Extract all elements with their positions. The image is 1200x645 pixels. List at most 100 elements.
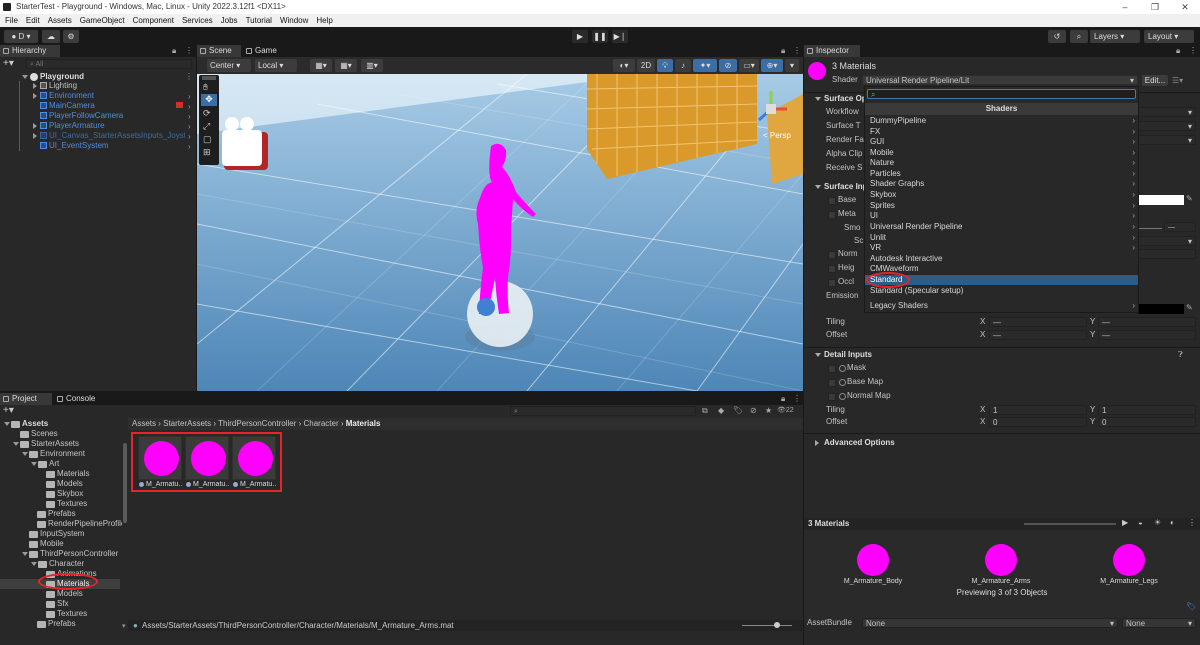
menu-edit[interactable]: Edit <box>26 14 40 27</box>
play-button[interactable]: ▶ <box>572 30 588 43</box>
rect-tool-icon[interactable]: ▢ <box>203 134 212 145</box>
move-tool-icon[interactable]: ✥ <box>201 94 217 106</box>
folder-scenes[interactable]: Scenes <box>31 429 58 439</box>
breadcrumb-starterassets[interactable]: StarterAssets <box>163 419 211 428</box>
inspector-settings-icon[interactable]: ☰▾ <box>1172 76 1183 85</box>
menu-help[interactable]: Help <box>316 14 332 27</box>
minimize-icon[interactable]: – <box>1110 0 1140 14</box>
folder-character-textures[interactable]: Textures <box>57 609 87 619</box>
panel-menu-icon[interactable]: ⋮ <box>793 394 801 403</box>
search-icon[interactable]: ⌕ <box>1070 30 1088 43</box>
shader-search-input[interactable]: ⌕ <box>867 89 1136 99</box>
hidden-objects-icon[interactable]: ⊘ <box>719 59 737 72</box>
section-surface-options[interactable]: Surface Op <box>814 93 867 105</box>
shader-item-particles[interactable]: Particles › <box>865 169 1138 179</box>
expand-arrow-icon[interactable]: › <box>188 132 191 141</box>
shader-item-legacy-shaders[interactable]: Legacy Shaders › <box>865 301 1138 311</box>
detail-offset-x-field[interactable]: 0 <box>989 417 1087 427</box>
camera-settings-icon[interactable]: ▭▾ <box>739 59 759 72</box>
toggle-2d-button[interactable]: 2D <box>637 59 655 72</box>
scene-menu-icon[interactable]: ⋮ <box>185 72 193 81</box>
shader-item-fx[interactable]: FX › <box>865 127 1138 137</box>
shader-item-autodesk-interactive[interactable]: Autodesk Interactive <box>865 254 1138 264</box>
hidden-packages-count[interactable]: 👁︎22 <box>777 406 794 414</box>
folder-sfx[interactable]: Sfx <box>57 599 69 609</box>
menu-component[interactable]: Component <box>133 14 174 27</box>
preview-menu-icon[interactable]: ⋮ <box>1188 518 1196 527</box>
normal-map-picker-icon[interactable] <box>839 393 846 400</box>
render-face-dropdown[interactable]: ▾ <box>1138 135 1196 145</box>
emission-color-swatch[interactable] <box>1138 304 1184 314</box>
search-by-label-icon[interactable]: ◆ <box>718 406 724 415</box>
eyedropper-icon[interactable]: ✎ <box>1186 194 1193 203</box>
lock-icon[interactable]: 🔒︎ <box>781 46 785 56</box>
hierarchy-item-environment[interactable]: Environment <box>49 91 94 101</box>
hierarchy-search-input[interactable]: ⌕ All <box>26 59 192 69</box>
section-surface-inputs[interactable]: Surface Inp <box>814 181 868 193</box>
base-color-swatch[interactable] <box>1138 195 1184 205</box>
normal-strength-field[interactable] <box>1138 249 1196 259</box>
tree-scrollbar[interactable] <box>123 443 127 523</box>
eyedropper-icon[interactable]: ✎ <box>1186 303 1193 312</box>
lock-icon[interactable]: 🔒︎ <box>1176 46 1180 56</box>
tab-project[interactable]: Project <box>0 393 52 405</box>
transform-tool-icon[interactable]: ⊞ <box>203 147 211 158</box>
asset-label-icon[interactable]: 🏷︎ <box>1186 602 1196 611</box>
surface-type-dropdown[interactable]: ▾ <box>1138 121 1196 131</box>
folder-starterassets[interactable]: StarterAssets <box>31 439 79 449</box>
tiling-y-field[interactable]: — <box>1098 317 1196 327</box>
section-advanced-options[interactable]: Advanced Options <box>814 437 895 449</box>
folder-thirdpersoncontroller[interactable]: ThirdPersonController <box>40 549 118 559</box>
menu-file[interactable]: File <box>5 14 18 27</box>
folder-mobile[interactable]: Mobile <box>40 539 64 549</box>
shader-item-skybox[interactable]: Skybox › <box>865 190 1138 200</box>
offset-y-field[interactable]: — <box>1098 330 1196 340</box>
label-icon[interactable]: 🏷︎ <box>733 406 743 415</box>
scene-viewport[interactable]: < Persp <box>197 74 803 391</box>
folder-tpc-prefabs[interactable]: Prefabs <box>48 619 76 629</box>
folder-skybox[interactable]: Skybox <box>57 489 83 499</box>
grid-snap-icon[interactable]: ▦▾ <box>310 59 332 72</box>
folder-art-textures[interactable]: Textures <box>57 499 87 509</box>
workflow-dropdown[interactable]: ▾ <box>1138 107 1196 117</box>
folder-character[interactable]: Character <box>49 559 84 569</box>
shader-item-unlit[interactable]: Unlit › <box>865 233 1138 243</box>
menu-services[interactable]: Services <box>182 14 213 27</box>
shader-item-ui[interactable]: UI › <box>865 211 1138 221</box>
section-detail-inputs[interactable]: Detail Inputs <box>814 349 872 361</box>
collab-icon[interactable]: ⚙ <box>63 30 79 43</box>
step-button[interactable]: ▶❘ <box>612 30 628 43</box>
tab-inspector[interactable]: Inspector <box>804 45 860 57</box>
hierarchy-item-ui-canvas[interactable]: UI_Canvas_StarterAssetsInputs_Joystic <box>49 131 185 141</box>
preview-play-icon[interactable]: ▶ <box>1122 518 1128 527</box>
folder-assets[interactable]: Assets <box>22 419 48 429</box>
panel-menu-icon[interactable]: ⋮ <box>185 46 193 55</box>
offset-x-field[interactable]: — <box>989 330 1087 340</box>
hierarchy-item-ui-eventsystem[interactable]: UI_EventSystem <box>49 141 109 151</box>
shader-item-nature[interactable]: Nature › <box>865 158 1138 168</box>
scale-tool-icon[interactable]: ⤢ <box>203 121 210 132</box>
detail-tiling-y-field[interactable]: 1 <box>1098 405 1196 415</box>
shader-item-universal-render-pipeline[interactable]: Universal Render Pipeline › <box>865 222 1138 232</box>
cloud-icon[interactable]: ☁ <box>42 30 60 43</box>
breadcrumb-character[interactable]: Character <box>303 419 338 428</box>
breadcrumb-assets[interactable]: Assets <box>132 419 156 428</box>
menu-tutorial[interactable]: Tutorial <box>246 14 272 27</box>
preview-light-icon[interactable]: ☀ <box>1154 518 1161 527</box>
smoothness-field[interactable]: — <box>1164 222 1196 232</box>
folder-inputsystem[interactable]: InputSystem <box>40 529 84 539</box>
gizmos-icon[interactable]: ⊕▾ <box>761 59 783 72</box>
assetbundle-dropdown[interactable]: None ▾ <box>862 618 1118 628</box>
panel-menu-icon[interactable]: ⋮ <box>793 46 801 55</box>
close-icon[interactable]: ✕ <box>1170 0 1200 14</box>
increment-snap-icon[interactable]: ▦▾ <box>335 59 357 72</box>
pause-button[interactable]: ❚❚ <box>592 30 608 43</box>
shader-item-cmwaveform[interactable]: CMWaveform <box>865 264 1138 274</box>
shader-item-vr[interactable]: VR › <box>865 243 1138 253</box>
folder-art[interactable]: Art <box>49 459 59 469</box>
audio-icon[interactable]: ♪ <box>675 59 691 72</box>
edit-shader-button[interactable]: Edit... <box>1142 75 1168 86</box>
rotate-tool-icon[interactable]: ⟳ <box>203 108 211 119</box>
shader-item-mobile[interactable]: Mobile › <box>865 148 1138 158</box>
menu-assets[interactable]: Assets <box>48 14 72 27</box>
